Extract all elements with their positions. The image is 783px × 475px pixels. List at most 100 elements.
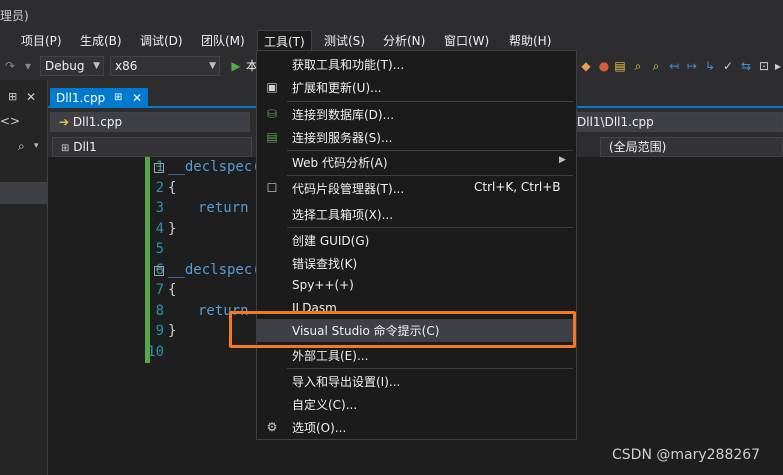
nav-forward-icon[interactable]: ↦: [684, 58, 700, 74]
close-icon[interactable]: ✕: [26, 90, 36, 104]
menu-bar: 项目(P) 生成(B) 调试(D) 团队(M) 工具(T) 测试(S) 分析(N…: [0, 30, 783, 52]
menu-item-label: 获取工具和功能(T)...: [292, 58, 405, 72]
menu-item-extensions[interactable]: ▣ 扩展和更新(U)...: [257, 76, 576, 99]
code-brace: {: [168, 282, 177, 298]
menu-item-choose-toolbox-items[interactable]: 选择工具箱项(X)...: [257, 203, 576, 226]
code-brace: {: [168, 180, 177, 196]
menu-item-error-lookup[interactable]: 错误查找(K): [257, 252, 576, 275]
annotation-highlight-box: [229, 311, 576, 348]
format-icon[interactable]: ⇆: [738, 58, 754, 74]
menu-debug[interactable]: 调试(D): [134, 30, 189, 52]
chevron-down-icon: ▼: [93, 61, 100, 71]
menu-item-label: 扩展和更新(U)...: [292, 81, 382, 95]
menu-tools[interactable]: 工具(T): [257, 30, 312, 52]
line-number: 4: [155, 221, 164, 237]
dropdown-arrow-icon[interactable]: ▾: [20, 58, 36, 74]
panel-selected-row[interactable]: [0, 182, 48, 204]
menu-project[interactable]: 项目(P): [15, 30, 68, 52]
menu-item-label: 外部工具(E)...: [292, 349, 369, 363]
nav-file-label: Dll1.cpp: [72, 115, 123, 129]
overflow-icon[interactable]: ▸: [770, 58, 783, 74]
menu-separator: [287, 368, 573, 369]
code-return: return: [198, 200, 249, 216]
watermark: CSDN @mary288267: [612, 447, 761, 463]
menu-item-label: 导入和导出设置(I)...: [292, 375, 401, 389]
left-tool-window: ⊞ ✕ <> ⌕ ▾: [0, 80, 48, 475]
pin-icon[interactable]: ⊞: [114, 88, 122, 108]
menu-window[interactable]: 窗口(W): [438, 30, 495, 52]
project-icon: ⊞: [61, 143, 70, 154]
menu-item-label: 连接到服务器(S)...: [292, 131, 393, 145]
folder-icon[interactable]: ▤: [612, 58, 628, 74]
breakpoint-icon[interactable]: ●: [596, 58, 612, 74]
menu-item-label: 代码片段管理器(T)...: [292, 182, 405, 196]
start-debugging-icon[interactable]: ▶: [228, 58, 244, 74]
spellcheck-icon[interactable]: ✓: [720, 58, 736, 74]
code-brace: }: [168, 221, 177, 237]
chevron-down-icon: ▼: [209, 61, 216, 71]
menu-item-label: 连接到数据库(D)...: [292, 108, 395, 122]
menu-separator: [287, 227, 573, 228]
pin-icon[interactable]: ⊞: [8, 90, 17, 103]
menu-build[interactable]: 生成(B): [74, 30, 128, 52]
menu-item-spy[interactable]: Spy++(+): [257, 275, 576, 298]
line-number: 2: [155, 180, 164, 196]
menu-item-snippets-manager[interactable]: ☐ 代码片段管理器(T)... Ctrl+K, Ctrl+B: [257, 177, 576, 200]
menu-item-import-export-settings[interactable]: 导入和导出设置(I)...: [257, 370, 576, 393]
collapse-icon[interactable]: −: [154, 266, 164, 276]
find-in-files-icon[interactable]: ⌕: [648, 58, 664, 74]
window-title: 理员): [0, 9, 29, 23]
gear-icon: ⚙: [266, 420, 278, 434]
menu-item-shortcut: Ctrl+K, Ctrl+B: [474, 180, 561, 194]
file-nav-box[interactable]: ➔ Dll1.cpp: [50, 112, 250, 132]
scope-select[interactable]: (全局范围): [600, 137, 783, 157]
scope-label: (全局范围): [609, 140, 667, 154]
code-brace: }: [168, 323, 177, 339]
step-icon[interactable]: ↳: [702, 58, 718, 74]
submenu-arrow-icon: ▶: [559, 155, 566, 165]
panel-search[interactable]: ⌕ ▾: [0, 139, 48, 159]
line-number: 10: [147, 344, 164, 360]
menu-item-label: 错误查找(K): [292, 257, 358, 271]
menu-item-label: 选项(O)...: [292, 421, 347, 435]
menu-item-label: 自定义(C)...: [292, 398, 358, 412]
menu-item-connect-database[interactable]: ⛁ 连接到数据库(D)...: [257, 103, 576, 126]
search-icon: ⌕: [18, 139, 25, 153]
menu-test[interactable]: 测试(S): [318, 30, 371, 52]
database-icon: ⛁: [266, 107, 278, 121]
platform-value: x86: [115, 59, 138, 73]
code-declspec: __declspec(d: [168, 159, 270, 175]
menu-help[interactable]: 帮助(H): [503, 30, 557, 52]
chevron-down-icon: ▾: [34, 141, 39, 151]
checkbox-icon: ☐: [266, 181, 278, 195]
panel-header: ⊞ ✕: [0, 90, 48, 110]
menu-item-connect-server[interactable]: ▤ 连接到服务器(S)...: [257, 126, 576, 149]
menu-item-get-tools[interactable]: 获取工具和功能(T)...: [257, 53, 576, 76]
redo-icon[interactable]: ↷: [2, 58, 18, 74]
tab-dll1-cpp[interactable]: Dll1.cpp ⊞ ✕: [50, 88, 148, 108]
nav-path-label: Dll1\Dll1.cpp: [577, 115, 654, 129]
close-icon[interactable]: ✕: [132, 88, 142, 108]
menu-item-web-code-analysis[interactable]: Web 代码分析(A) ▶: [257, 151, 576, 174]
server-icon: ▤: [266, 130, 278, 144]
menu-item-options[interactable]: ⚙ 选项(O)...: [257, 416, 576, 439]
extensions-icon: ▣: [266, 80, 278, 94]
platform-select[interactable]: x86 ▼: [110, 56, 220, 76]
line-number: 5: [155, 241, 164, 257]
collapse-icon[interactable]: −: [154, 163, 164, 173]
path-nav-box[interactable]: Dll1\Dll1.cpp: [568, 112, 783, 132]
menu-item-create-guid[interactable]: 创建 GUID(G): [257, 229, 576, 252]
line-number: 9: [155, 323, 164, 339]
menu-analyze[interactable]: 分析(N): [377, 30, 431, 52]
bookmark-icon[interactable]: ◆: [578, 58, 594, 74]
find-icon[interactable]: ⌕: [630, 58, 646, 74]
sync-icon[interactable]: <>: [0, 114, 20, 128]
configuration-select[interactable]: Debug ▼: [40, 56, 104, 76]
nav-back-icon[interactable]: ↤: [666, 58, 682, 74]
menu-team[interactable]: 团队(M): [195, 30, 251, 52]
line-number: 3: [155, 200, 164, 216]
project-select[interactable]: ⊞ Dll1: [52, 137, 252, 157]
line-number: 8: [155, 303, 164, 319]
menu-item-customize[interactable]: 自定义(C)...: [257, 393, 576, 416]
menu-separator: [287, 101, 573, 102]
